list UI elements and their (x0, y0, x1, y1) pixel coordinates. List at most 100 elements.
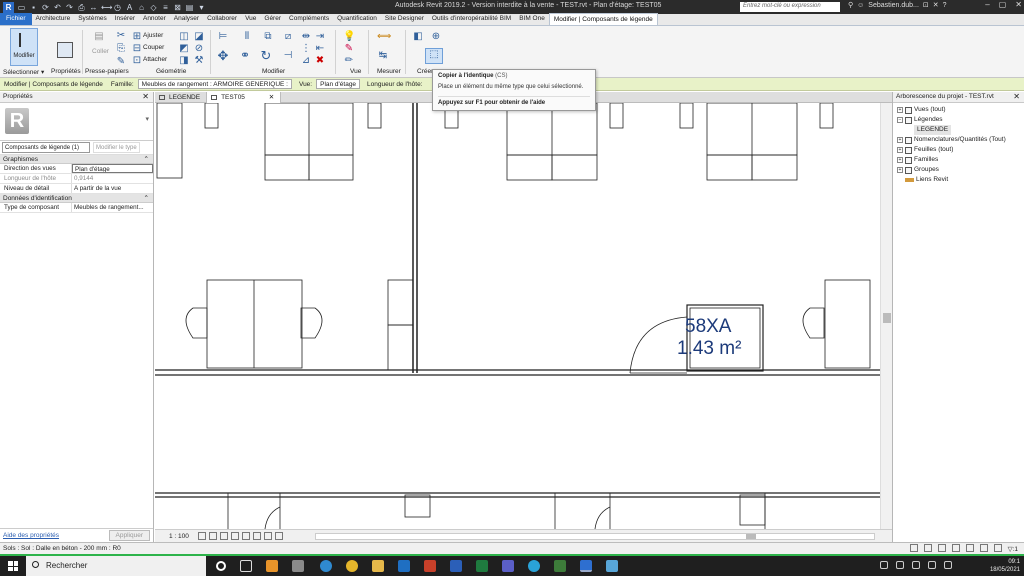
cut-geometry-icon[interactable]: ⊟ (131, 43, 143, 54)
powerpoint-icon[interactable] (424, 560, 436, 572)
undo-icon[interactable]: ↶ (53, 3, 62, 12)
prop-value[interactable]: Plan d'étage (72, 164, 153, 173)
minimize-icon[interactable]: – (985, 0, 989, 9)
move-icon[interactable]: ✥ (217, 49, 229, 62)
app-icon[interactable] (292, 560, 304, 572)
split-face-icon[interactable]: ◪ (193, 31, 205, 42)
trim-icon[interactable]: ⊞ (131, 31, 143, 42)
create-similar-icon[interactable]: ⬚ (425, 48, 443, 64)
vertical-scrollbar[interactable] (880, 103, 892, 529)
properties-help-link[interactable]: Aide des propriétés (3, 532, 59, 539)
trim-extend-icon[interactable]: ⊣ (282, 50, 294, 61)
tab-analyser[interactable]: Analyser (170, 13, 203, 25)
room-tag[interactable]: 58XA 1.43 m² (677, 316, 741, 360)
close-icon[interactable]: ✕ (1013, 92, 1020, 101)
app-circle-icon[interactable] (528, 560, 540, 572)
vlc-icon[interactable] (266, 560, 278, 572)
view-select[interactable]: Plan d'étage (316, 79, 361, 89)
app-green-icon[interactable] (554, 560, 566, 572)
revit-logo-icon[interactable]: R (3, 1, 14, 13)
copy-clip-icon[interactable]: ⎘ (115, 43, 127, 54)
family-select[interactable]: Meubles de rangement : ARMOIRE GENERIQUE… (137, 79, 292, 89)
crop-view-icon[interactable] (241, 532, 250, 540)
show-crop-icon[interactable] (252, 532, 261, 540)
override-icon[interactable]: ✎ (343, 43, 355, 54)
print-icon[interactable]: ⎙ (77, 3, 86, 12)
save-icon[interactable]: ▪ (29, 3, 38, 12)
create-parts-icon[interactable]: ◧ (412, 31, 424, 42)
close-hidden-icon[interactable]: ⊠ (173, 3, 182, 12)
word-icon[interactable] (450, 560, 462, 572)
volume-icon[interactable] (944, 561, 952, 569)
tree-node-revit-links[interactable]: Liens Revit (897, 175, 1024, 185)
array-icon[interactable]: ⋮ (300, 43, 312, 54)
visual-style-icon[interactable] (208, 532, 217, 540)
horizontal-scrollbar[interactable] (315, 533, 875, 540)
binoculars-icon[interactable]: ⚲ (848, 1, 853, 9)
view-scale[interactable]: 1 : 100 (169, 533, 189, 540)
user-name[interactable]: Sebastien.dub... (868, 2, 919, 9)
tag-icon[interactable]: ◷ (113, 3, 122, 12)
close-icon[interactable]: ✕ (269, 94, 274, 101)
edge-icon[interactable] (320, 560, 332, 572)
tree-node-sheets[interactable]: + Feuilles (tout) (897, 145, 1024, 155)
tab-bim-one[interactable]: BIM One (515, 13, 549, 25)
prop-row-detail-level[interactable]: Niveau de détail A partir de la vue (0, 184, 153, 194)
help-icon[interactable]: ? (943, 2, 947, 9)
search-input[interactable]: Entrez mot-clé ou expression (740, 2, 840, 12)
prop-row-view-direction[interactable]: Direction des vues Plan d'étage (0, 164, 153, 174)
cut-geometry-label[interactable]: Couper (143, 44, 164, 51)
measure-icon[interactable]: ↔ (89, 3, 98, 12)
measure-between-icon[interactable]: ⟺ (377, 31, 391, 42)
tray-icon[interactable] (928, 561, 936, 569)
file-explorer-icon[interactable] (372, 560, 384, 572)
excel-icon[interactable] (476, 560, 488, 572)
tree-node-legende[interactable]: LEGENDE (897, 125, 1024, 135)
hide-icon[interactable]: 💡 (343, 31, 355, 42)
cart-icon[interactable]: ⊡ (923, 1, 929, 9)
apply-button[interactable]: Appliquer (108, 530, 150, 541)
join-icon[interactable]: ⊡ (131, 55, 143, 66)
prop-row-component-type[interactable]: Type de composant Meubles de rangement..… (0, 203, 153, 213)
scale-icon[interactable]: ⊿ (300, 55, 312, 66)
tab-vue[interactable]: Vue (241, 13, 260, 25)
tab-bim-interop[interactable]: Outils d'interopérabilité BIM (428, 13, 515, 25)
select-underlay-icon[interactable] (951, 544, 960, 552)
app-blue-icon[interactable] (606, 560, 618, 572)
tab-site-designer[interactable]: Site Designer (381, 13, 428, 25)
view-tab-test05[interactable]: TEST05 ✕ (207, 92, 282, 103)
tree-node-legends[interactable]: − Légendes (897, 115, 1024, 125)
modify-button[interactable]: Modifier (10, 28, 38, 66)
filter-count[interactable]: ▽:1 (1008, 544, 1018, 553)
collapse-icon[interactable]: ⌃ (144, 194, 149, 203)
tab-fichier[interactable]: Fichier (0, 13, 32, 25)
select-pinned-icon[interactable] (965, 544, 974, 552)
instance-filter-select[interactable]: Composants de légende (1) (2, 142, 90, 153)
select-by-face-icon[interactable] (979, 544, 988, 552)
chrome-icon[interactable] (346, 560, 358, 572)
demolish-icon[interactable]: ⊘ (193, 43, 205, 54)
delete-icon[interactable]: ✖ (314, 55, 326, 66)
cut-clip-icon[interactable]: ✂ (115, 30, 127, 41)
dimension-icon[interactable]: ⟷ (101, 3, 112, 12)
section-icon[interactable]: ◇ (149, 3, 158, 12)
unpin-icon[interactable]: ⇤ (314, 43, 326, 54)
mirror-pick-icon[interactable]: ⧉ (262, 31, 274, 42)
rotate-icon[interactable]: ↻ (260, 49, 272, 62)
switch-windows-icon[interactable]: ▤ (185, 3, 194, 12)
close-icon[interactable]: ✕ (142, 92, 149, 101)
tab-quantification[interactable]: Quantification (333, 13, 381, 25)
drag-elements-icon[interactable] (993, 544, 1002, 552)
tab-inserer[interactable]: Insérer (111, 13, 139, 25)
expand-icon[interactable]: + (897, 137, 903, 143)
cortana-icon[interactable] (216, 561, 226, 571)
hammer-icon[interactable]: ⚒ (193, 55, 205, 66)
clock[interactable]: 09:1 18/05/2021 (990, 558, 1020, 574)
linework-icon[interactable]: ✏ (343, 55, 355, 66)
sync-icon[interactable]: ⟳ (41, 3, 50, 12)
trim-label[interactable]: Ajuster (143, 32, 163, 39)
tab-annoter[interactable]: Annoter (139, 13, 170, 25)
reveal-hidden-icon[interactable] (274, 532, 283, 540)
expand-icon[interactable]: + (897, 157, 903, 163)
shadows-icon[interactable] (230, 532, 239, 540)
